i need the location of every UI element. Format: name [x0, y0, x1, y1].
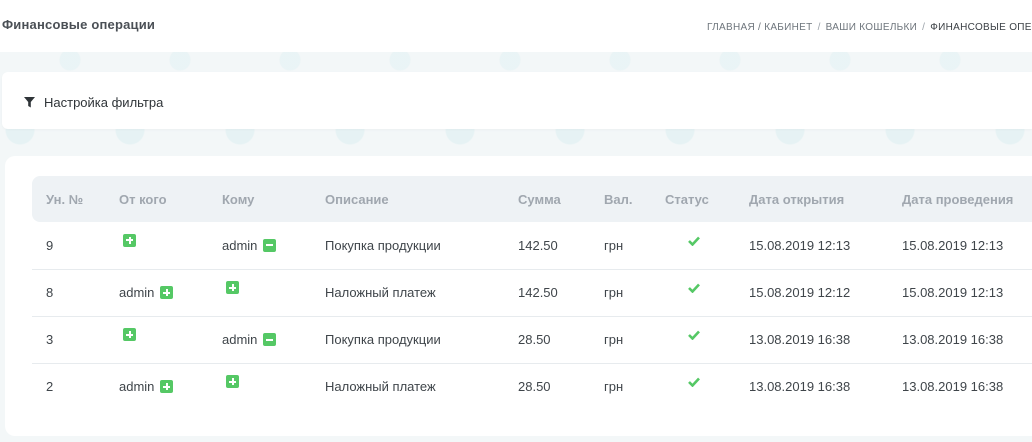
breadcrumb-wallets-link[interactable]: ВАШИ КОШЕЛЬКИ: [826, 22, 918, 33]
check-icon: [688, 330, 700, 340]
column-header-amount[interactable]: Сумма: [518, 176, 604, 222]
column-header-completed[interactable]: Дата проведения: [902, 176, 1032, 222]
check-icon: [688, 236, 700, 246]
cell-currency: грн: [604, 269, 665, 317]
cell-to: [222, 269, 325, 317]
cell-to: [222, 363, 325, 410]
cell-from: admin: [119, 269, 222, 317]
plus-square-icon[interactable]: [226, 375, 239, 389]
column-header-to[interactable]: Кому: [222, 176, 325, 222]
plus-square-icon[interactable]: [123, 328, 136, 342]
operations-table: Ун. № От кого Кому Описание Сумма Вал. С…: [32, 176, 1032, 410]
page-title: Финансовые операции: [2, 17, 156, 32]
from-user-name: admin: [119, 285, 155, 300]
cell-completed: 13.08.2019 16:38: [902, 379, 1004, 395]
cell-from: [119, 316, 222, 364]
cell-amount: 142.50: [518, 269, 604, 317]
cell-currency: грн: [604, 316, 665, 364]
cell-amount: 142.50: [518, 222, 604, 270]
minus-square-icon[interactable]: [263, 238, 277, 252]
breadcrumb-separator: /: [922, 22, 926, 33]
table-row[interactable]: 3 admin Покупка продукции 28.50 грн 13.0…: [32, 316, 1032, 364]
table-header-row: Ун. № От кого Кому Описание Сумма Вал. С…: [32, 176, 1032, 222]
cell-from: [119, 222, 222, 270]
cell-status: [665, 363, 749, 410]
cell-id: 3: [32, 316, 119, 364]
table-header: Ун. № От кого Кому Описание Сумма Вал. С…: [32, 176, 1032, 222]
cell-id: 2: [46, 379, 54, 395]
plus-square-icon[interactable]: [123, 233, 136, 247]
check-icon: [688, 377, 700, 388]
cell-opened: 13.08.2019 16:38: [749, 316, 902, 364]
table-body: 9 admin Покупка продукции 142.50 грн 15.…: [32, 222, 1032, 410]
table-row[interactable]: 9 admin Покупка продукции 142.50 грн 15.…: [32, 222, 1032, 270]
cell-opened: 13.08.2019 16:38: [749, 379, 851, 395]
filter-label: Настройка фильтра: [44, 95, 164, 110]
cell-status: [665, 316, 749, 364]
breadcrumb-separator: /: [817, 22, 821, 33]
cell-to: admin: [222, 316, 325, 364]
breadcrumb: ГЛАВНАЯ / КАБИНЕТ / ВАШИ КОШЕЛЬКИ / ФИНАНСОВ…: [707, 22, 1032, 33]
plus-square-icon[interactable]: [160, 380, 174, 394]
table-row[interactable]: 8 admin Наложный платеж 142.50 грн 15.08…: [32, 269, 1032, 317]
cell-completed: 15.08.2019 12:13: [902, 222, 1032, 270]
cell-completed: 15.08.2019 12:13: [902, 269, 1032, 317]
cell-opened: 15.08.2019 12:12: [749, 269, 902, 317]
top-bar: Финансовые операции ГЛАВНАЯ / КАБИНЕТ / ВА…: [0, 0, 1032, 52]
cell-status: [665, 269, 749, 317]
cell-amount: 28.50: [518, 379, 551, 395]
breadcrumb-home-link[interactable]: ГЛАВНАЯ / КАБИНЕТ: [707, 22, 813, 33]
to-user-name: admin: [222, 332, 258, 347]
cell-currency: грн: [604, 222, 665, 270]
column-header-currency[interactable]: Вал.: [604, 176, 665, 222]
cell-id: 9: [32, 222, 119, 270]
filter-panel: Настройка фильтра: [2, 72, 1032, 129]
plus-square-icon[interactable]: [226, 281, 239, 295]
cell-id: 8: [32, 269, 119, 317]
cell-description: Покупка продукции: [325, 222, 518, 270]
cell-description: Наложный платеж: [325, 379, 436, 395]
cell-opened: 15.08.2019 12:13: [749, 222, 902, 270]
cell-currency: грн: [604, 379, 624, 395]
column-header-description[interactable]: Описание: [325, 176, 518, 222]
check-icon: [688, 283, 700, 293]
plus-square-icon[interactable]: [160, 286, 174, 299]
column-header-status[interactable]: Статус: [665, 176, 749, 222]
cell-from: admin: [119, 363, 222, 410]
cell-completed: 13.08.2019 16:38: [902, 316, 1032, 364]
column-header-from[interactable]: От кого: [119, 176, 222, 222]
minus-square-icon[interactable]: [263, 333, 277, 346]
column-header-id[interactable]: Ун. №: [32, 176, 119, 222]
table-row[interactable]: 2 admin Наложный платеж 28.50 грн 13.08.…: [32, 363, 1032, 410]
breadcrumb-current: ФИНАНСОВЫЕ ОПЕРАЦИИ: [930, 22, 1032, 33]
cell-status: [665, 222, 749, 270]
from-user-name: admin: [119, 379, 155, 395]
to-user-name: admin: [222, 237, 258, 253]
cell-amount: 28.50: [518, 316, 604, 364]
cell-description: Покупка продукции: [325, 316, 518, 364]
cell-to: admin: [222, 222, 325, 270]
operations-table-card: Ун. № От кого Кому Описание Сумма Вал. С…: [5, 156, 1032, 436]
filter-icon: [24, 97, 35, 108]
column-header-opened[interactable]: Дата открытия: [749, 176, 902, 222]
cell-description: Наложный платеж: [325, 269, 518, 317]
filter-toggle-button[interactable]: Настройка фильтра: [24, 95, 163, 110]
